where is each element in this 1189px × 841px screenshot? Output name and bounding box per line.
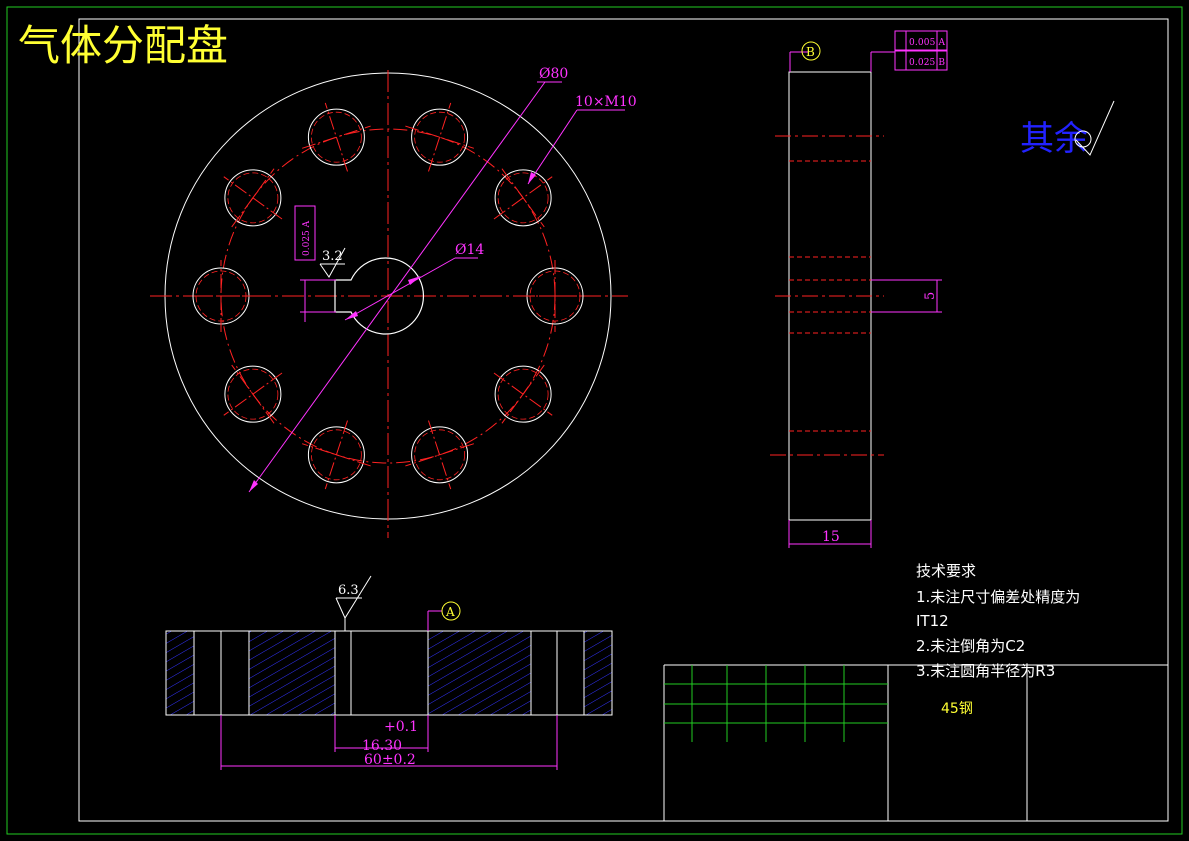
title-block: 45钢 [663,664,1168,821]
tolerance-1-label: 0.005 A [909,38,946,48]
dim-bore-leader [344,257,456,321]
datum-a-letter: A [445,605,455,619]
section-outline [165,630,613,716]
hatch-region-1 [166,631,194,715]
dim-bore-arrow-2 [408,276,421,285]
drawing-title: 气体分配盘 [18,21,228,70]
hatch-region-3 [428,631,531,715]
tolerance-front-label: 0.025 A [302,220,312,256]
tb-grid [664,665,888,742]
hatch-region-4 [584,631,612,715]
requirement-item-1: 1.未注尺寸偏差处精度为 [916,588,1080,606]
requirement-item-2: IT12 [916,612,949,630]
dim-tol-label: +0.1 [384,719,418,735]
requirement-item-3: 2.未注倒角为C2 [916,637,1025,655]
dim-holes-label: 10×M10 [575,94,637,110]
tolerance-2-label: 0.025 B [909,58,945,68]
dim-holes-leader [527,109,578,185]
dim-bore-label: Ø14 [455,242,484,258]
surface-note: 其余 [1020,119,1088,159]
roughness-front-value: 3.2 [322,249,343,264]
technical-requirements: 技术要求 1.未注尺寸偏差处精度为 IT12 2.未注倒角为C2 3.未注圆角半… [916,562,1080,680]
side-thickness-label: 15 [822,529,840,545]
material-label: 45钢 [941,701,973,717]
side-view: 5 15 B 0.005 A 0.025 B [770,30,948,548]
front-view: Ø80 10×M10 Ø14 3.2 0.025 A [150,66,637,538]
roughness-section-value: 6.3 [338,583,359,598]
datum-b-letter: B [806,45,815,59]
section-view: 6.3 A +0.1 16.30 60±0.2 [165,575,613,770]
requirements-heading: 技术要求 [916,562,976,580]
engineering-drawing: 气体分配盘 Ø80 10×M10 Ø14 3.2 0.025 A 5 15 B … [6,6,1183,835]
dim-outer-leader [248,81,546,493]
dim-total-label: 60±0.2 [364,752,416,768]
hatch-region-2 [249,631,335,715]
side-keyway-label: 5 [923,292,938,300]
dim-outer-label: Ø80 [539,66,568,82]
